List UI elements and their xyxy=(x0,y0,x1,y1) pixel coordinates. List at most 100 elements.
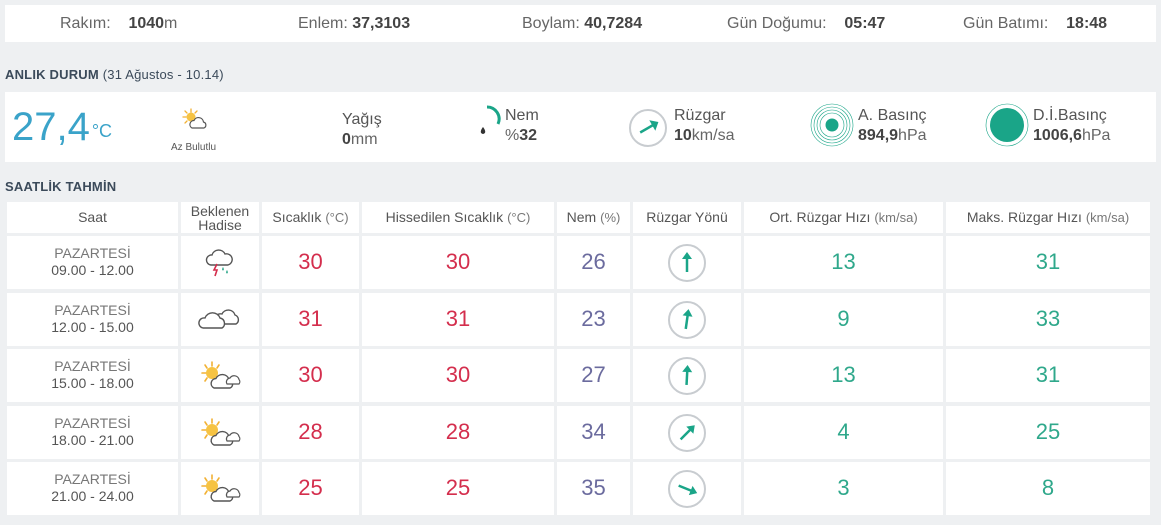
sunset-label: Gün Batımı: xyxy=(963,15,1049,32)
row-time-range: 21.00 - 24.00 xyxy=(51,488,134,504)
temp-cell: 25 xyxy=(262,462,359,515)
sunset-value: 18:48 xyxy=(1066,15,1108,32)
event-cell xyxy=(181,292,259,346)
longitude-label: Boylam: xyxy=(522,15,580,32)
time-cell: PAZARTESİ 12.00 - 15.00 xyxy=(7,292,178,346)
sea-pressure-block: D.İ.Basınç 1006,6hPa xyxy=(1033,106,1110,146)
altitude-unit: m xyxy=(164,15,178,32)
row-day: PAZARTESİ xyxy=(54,245,131,261)
sea-level-pressure-icon xyxy=(985,103,1029,147)
temp-cell: 30 xyxy=(262,236,359,289)
altitude-label: Rakım: xyxy=(60,15,111,32)
precipitation-value: 0 xyxy=(342,131,351,148)
wind-dir-cell xyxy=(633,405,741,459)
row-day: PAZARTESİ xyxy=(54,414,131,431)
pressure-value: 894,9 xyxy=(858,127,899,144)
humidity-gauge-icon xyxy=(480,105,501,134)
humidity-value: 32 xyxy=(519,127,538,144)
wind-max-cell: 31 xyxy=(946,236,1150,289)
partly-cloudy-icon xyxy=(197,417,243,453)
event-cell xyxy=(181,462,259,515)
sunrise-label: Gün Doğumu: xyxy=(727,15,827,32)
current-temperature-value: 27,4 xyxy=(12,105,90,149)
precipitation-label: Yağış xyxy=(342,111,382,128)
temp-cell: 30 xyxy=(262,349,359,402)
latitude-label: Enlem: xyxy=(298,15,348,32)
cloudy-icon xyxy=(197,308,243,336)
humidity-block: Nem %32 xyxy=(505,106,539,146)
current-title-text: ANLIK DURUM xyxy=(5,67,99,82)
humidity-label: Nem xyxy=(505,107,539,124)
current-subtitle-date: 31 Ağustos - 10.14 xyxy=(107,67,220,82)
hourly-forecast-title: SAATLİK TAHMİN xyxy=(5,179,117,194)
header-wind-dir-label: Rüzgar Yönü xyxy=(646,209,728,225)
wind-label: Rüzgar xyxy=(674,107,726,124)
header-temp-label: Sıcaklık xyxy=(272,209,322,225)
header-wind-max-unit: (km/sa) xyxy=(1085,210,1130,225)
sunset-info: Gün Batımı: 18:48 xyxy=(963,5,1107,42)
wind-dir-cell xyxy=(633,462,741,515)
header-event: Beklenen Hadise xyxy=(181,202,259,233)
wind-unit: km/sa xyxy=(691,127,735,144)
wind-block: Rüzgar 10km/sa xyxy=(674,106,734,146)
header-wind-dir: Rüzgar Yönü xyxy=(633,202,741,233)
header-wind-max: Maks. Rüzgar Hızı (km/sa) xyxy=(946,202,1150,233)
wind-arrow-icon xyxy=(668,244,706,282)
header-humidity-unit: (%) xyxy=(600,210,621,225)
sunrise-value: 05:47 xyxy=(844,15,886,32)
current-condition-label: Az Bulutlu xyxy=(171,142,217,153)
wind-arrow-icon xyxy=(668,413,706,452)
header-time: Saat xyxy=(7,202,178,233)
pressure-unit: hPa xyxy=(898,127,927,144)
header-event-line1: Beklenen xyxy=(190,203,250,219)
temp-cell: 28 xyxy=(262,405,359,459)
feels-cell: 30 xyxy=(362,349,554,402)
sea-pressure-unit: hPa xyxy=(1081,127,1111,144)
wind-direction-icon xyxy=(629,109,667,147)
pressure-label: A. Basınç xyxy=(858,107,927,124)
latitude-info: Enlem: 37,3103 xyxy=(298,5,410,42)
event-cell xyxy=(181,405,259,459)
wind-avg-cell: 4 xyxy=(744,405,943,459)
longitude-value: 40,7284 xyxy=(584,15,643,32)
altitude-value: 1040 xyxy=(128,15,165,32)
header-wind-avg-unit: (km/sa) xyxy=(874,210,918,225)
longitude-info: Boylam: 40,7284 xyxy=(522,5,642,42)
time-cell: PAZARTESİ 21.00 - 24.00 xyxy=(7,462,178,515)
humidity-cell: 23 xyxy=(557,292,630,346)
wind-max-cell: 33 xyxy=(946,292,1150,346)
wind-max-cell: 31 xyxy=(946,349,1150,402)
feels-cell: 30 xyxy=(362,236,554,289)
wind-avg-cell: 3 xyxy=(744,462,943,515)
partly-cloudy-icon xyxy=(182,108,207,129)
row-time-range: 15.00 - 18.00 xyxy=(51,375,134,391)
feels-cell: 28 xyxy=(362,405,554,459)
humidity-cell: 35 xyxy=(557,462,630,515)
header-feels-label: Hissedilen Sıcaklık xyxy=(385,209,504,225)
row-day: PAZARTESİ xyxy=(54,471,131,487)
current-conditions-title: ANLIK DURUM (31 Ağustos - 10.14) xyxy=(5,67,224,82)
header-feels-unit: (°C) xyxy=(507,210,531,225)
time-cell: PAZARTESİ 09.00 - 12.00 xyxy=(7,236,178,289)
wind-dir-cell xyxy=(633,292,741,346)
partly-cloudy-icon xyxy=(197,361,243,396)
precipitation-block: Yağış 0mm xyxy=(342,110,382,150)
header-event-line2: Hadise xyxy=(198,217,242,233)
humidity-cell: 26 xyxy=(557,236,630,289)
event-cell xyxy=(181,236,259,289)
feels-cell: 31 xyxy=(362,292,554,346)
header-humidity: Nem (%) xyxy=(557,202,630,233)
wind-avg-cell: 13 xyxy=(744,349,943,402)
header-temp-unit: (°C) xyxy=(325,210,349,225)
wind-dir-cell xyxy=(633,236,741,289)
header-time-label: Saat xyxy=(78,209,107,225)
wind-arrow-icon xyxy=(668,300,706,339)
row-day: PAZARTESİ xyxy=(54,301,131,318)
humidity-cell: 34 xyxy=(557,405,630,459)
precipitation-unit: mm xyxy=(350,131,378,148)
partly-cloudy-icon xyxy=(197,474,243,509)
wind-dir-cell xyxy=(633,349,741,402)
header-feels: Hissedilen Sıcaklık (°C) xyxy=(362,202,554,233)
wind-max-cell: 25 xyxy=(946,405,1150,459)
current-temperature-unit: °C xyxy=(91,121,113,141)
